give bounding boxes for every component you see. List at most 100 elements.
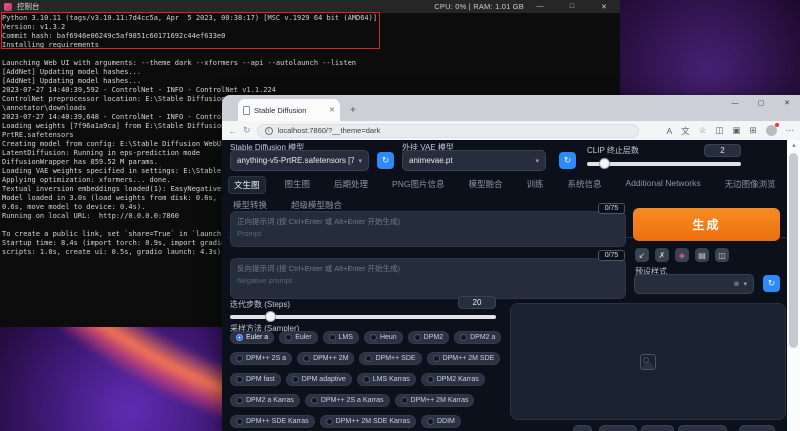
- browser-minimize-button[interactable]: —: [722, 95, 748, 111]
- radio-icon: [328, 334, 336, 341]
- apply-style-button[interactable]: ▤: [695, 248, 709, 262]
- extra-networks-button[interactable]: ◈: [675, 248, 689, 262]
- gallery-action-button[interactable]: [599, 425, 637, 431]
- tab-close-icon[interactable]: ✕: [329, 106, 335, 114]
- sampler-option[interactable]: Heun: [363, 331, 403, 344]
- profile-avatar[interactable]: [765, 123, 779, 136]
- gallery-action-button[interactable]: [573, 425, 592, 431]
- chevron-down-icon: ▾: [358, 157, 362, 165]
- webui-tab[interactable]: 训练: [521, 176, 548, 194]
- webui-tab[interactable]: 无边图像浏览: [720, 176, 781, 194]
- new-tab-button[interactable]: +: [350, 105, 356, 116]
- sampler-option[interactable]: DPM++ 2S a: [230, 352, 293, 365]
- negative-prompt-textarea[interactable]: 反向提示词 (按 Ctrl+Enter 或 Alt+Enter 开始生成) Ne…: [230, 258, 626, 299]
- negative-placeholder-cn: 反向提示词 (按 Ctrl+Enter 或 Alt+Enter 开始生成): [237, 264, 400, 273]
- webui-tab[interactable]: 图生图: [280, 176, 316, 194]
- address-bar[interactable]: i localhost:7860/?__theme=dark: [256, 123, 639, 138]
- webui-tab[interactable]: 系统信息: [563, 176, 607, 194]
- console-close-button[interactable]: ✕: [588, 0, 620, 13]
- slider-handle[interactable]: [599, 158, 611, 169]
- more-menu-icon[interactable]: ⋯: [786, 125, 795, 136]
- console-app-icon: [4, 2, 12, 11]
- back-icon[interactable]: ←: [228, 126, 237, 136]
- sampler-option[interactable]: Euler: [279, 331, 318, 344]
- gallery-action-button[interactable]: [678, 425, 727, 431]
- console-log-line: [AddNet] Updating model hashes...: [2, 77, 142, 85]
- browser-window-controls: — ▢ ✕: [722, 95, 800, 111]
- styles-dropdown[interactable]: ⊗ ▾: [634, 274, 754, 294]
- extensions-puzzle-icon[interactable]: ⊞: [749, 125, 756, 136]
- vae-refresh-button[interactable]: ↻: [559, 152, 576, 169]
- radio-icon: [365, 355, 373, 362]
- radio-icon: [432, 355, 440, 362]
- stable-diffusion-webui-page: Stable Diffusion 模型 anything-v5-PrtRE.sa…: [222, 140, 800, 431]
- webui-tab[interactable]: 模型融合: [463, 176, 507, 194]
- refresh-icon[interactable]: ↻: [243, 125, 251, 136]
- sampler-option[interactable]: DPM++ 2M Karras: [394, 394, 475, 407]
- radio-icon: [325, 418, 333, 425]
- gallery-action-button[interactable]: [641, 425, 674, 431]
- radio-icon: [400, 397, 408, 404]
- sd-model-refresh-button[interactable]: ↻: [377, 152, 394, 169]
- sampler-option[interactable]: DPM++ 2M: [297, 352, 355, 365]
- webui-tab[interactable]: 文生图: [228, 176, 266, 194]
- radio-icon: [426, 418, 434, 425]
- console-maximize-button[interactable]: □: [556, 0, 588, 13]
- sampler-option[interactable]: DDIM: [420, 415, 461, 428]
- console-minimize-button[interactable]: —: [524, 0, 556, 13]
- sampler-option[interactable]: DPM++ 2S a Karras: [304, 394, 390, 407]
- clip-skip-slider[interactable]: [587, 158, 741, 169]
- console-log-line: Launching Web UI with arguments: --theme…: [2, 59, 357, 67]
- page-scrollbar[interactable]: ▲: [787, 140, 800, 431]
- sampler-option[interactable]: DPM2: [407, 331, 450, 344]
- webui-tab[interactable]: 后期处理: [329, 176, 373, 194]
- steps-label: 迭代步数 (Steps): [230, 300, 291, 309]
- read-params-button[interactable]: ↙: [635, 248, 649, 262]
- styles-refresh-button[interactable]: ↻: [763, 275, 780, 292]
- collections-icon[interactable]: ▣: [732, 125, 740, 136]
- sampler-option[interactable]: DPM++ 2M SDE Karras: [319, 415, 416, 428]
- favorites-star-icon[interactable]: ☆: [699, 125, 707, 136]
- translate-icon[interactable]: 文: [681, 125, 690, 137]
- split-screen-icon[interactable]: ◫: [715, 125, 723, 136]
- gallery-action-button[interactable]: [739, 425, 775, 431]
- clear-prompt-button[interactable]: ✗: [655, 248, 669, 262]
- generate-button[interactable]: 生成: [633, 208, 780, 241]
- webui-tab[interactable]: Additional Networks: [621, 176, 706, 194]
- sampler-option[interactable]: DPM++ 2M SDE: [426, 352, 501, 365]
- browser-tab[interactable]: Stable Diffusion ✕: [238, 99, 340, 121]
- vae-dropdown[interactable]: animevae.pt ▾: [402, 150, 546, 171]
- sampler-option[interactable]: DPM++ SDE: [359, 352, 422, 365]
- sampler-option-label: LMS: [338, 334, 353, 341]
- scrollbar-up-icon[interactable]: ▲: [791, 143, 797, 149]
- clip-skip-value[interactable]: 2: [704, 144, 741, 157]
- steps-value[interactable]: 20: [458, 296, 496, 309]
- prompt-textarea[interactable]: 正向提示词 (按 Ctrl+Enter 或 Alt+Enter 开始生成) Pr…: [230, 211, 626, 247]
- prompt-placeholder-cn: 正向提示词 (按 Ctrl+Enter 或 Alt+Enter 开始生成): [237, 217, 400, 226]
- sampler-option[interactable]: Euler a: [230, 331, 275, 344]
- sampler-option[interactable]: DPM++ SDE Karras: [230, 415, 315, 428]
- steps-slider[interactable]: [230, 311, 496, 322]
- radio-icon: [362, 376, 370, 383]
- sampler-option[interactable]: DPM2 a: [454, 331, 502, 344]
- sampler-option[interactable]: LMS Karras: [356, 373, 416, 386]
- site-info-icon[interactable]: i: [264, 126, 273, 135]
- sampler-option[interactable]: DPM2 Karras: [420, 373, 485, 386]
- browser-close-button[interactable]: ✕: [774, 95, 800, 111]
- sampler-option[interactable]: DPM adaptive: [285, 373, 352, 386]
- save-style-button[interactable]: ◫: [715, 248, 729, 262]
- slider-handle[interactable]: [264, 311, 276, 322]
- webui-tab[interactable]: PNG图片信息: [387, 176, 449, 194]
- browser-maximize-button[interactable]: ▢: [748, 95, 774, 111]
- clear-selection-icon[interactable]: ⊗: [734, 280, 740, 288]
- red-annotation-box: [1, 12, 380, 49]
- sampler-option-label: DPM2: [423, 334, 444, 341]
- scrollbar-thumb[interactable]: [789, 153, 798, 348]
- sd-model-dropdown[interactable]: anything-v5-PrtRE.safetensors [7f96a1a9c…: [230, 150, 369, 171]
- sampler-option[interactable]: DPM2 a Karras: [230, 394, 300, 407]
- image-placeholder-icon: [640, 353, 656, 370]
- sampler-option[interactable]: DPM fast: [230, 373, 281, 386]
- sampler-option-label: DPM++ 2M: [313, 355, 349, 362]
- read-aloud-icon[interactable]: A: [667, 126, 673, 136]
- sampler-option[interactable]: LMS: [322, 331, 359, 344]
